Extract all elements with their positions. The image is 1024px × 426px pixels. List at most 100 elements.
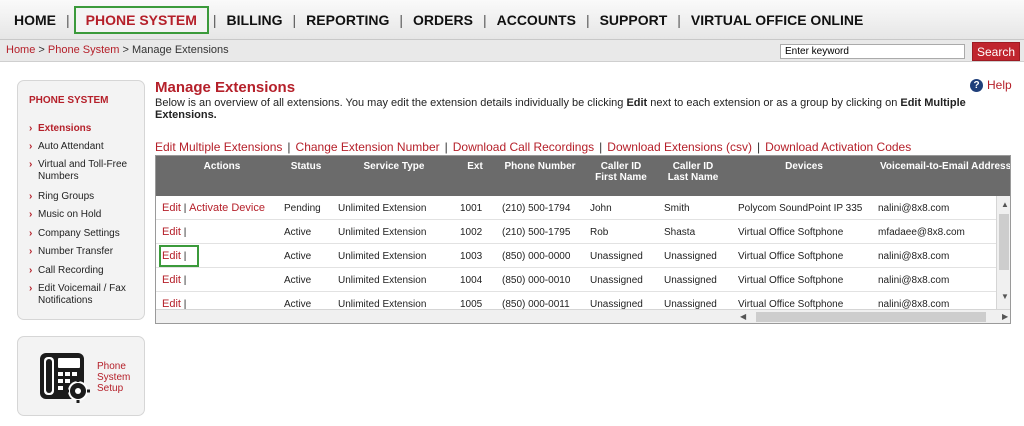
chevron-right-icon: › — [29, 265, 33, 276]
horizontal-scroll-thumb[interactable] — [756, 312, 986, 322]
description-edit: Edit — [626, 97, 648, 109]
edit-link[interactable]: Edit — [162, 202, 181, 214]
header-devices: Devices — [785, 161, 823, 172]
edit-multiple-extensions-link[interactable]: Edit Multiple Extensions — [155, 140, 282, 154]
download-extensions-csv-link[interactable]: Download Extensions (csv) — [607, 140, 752, 154]
description-text: Below is an overview of all extensions. … — [155, 97, 627, 109]
breadcrumb-current: Manage Extensions — [132, 44, 229, 56]
nav-billing[interactable]: BILLING — [221, 12, 289, 28]
scroll-down-arrow-icon[interactable]: ▼ — [1001, 292, 1009, 301]
nav-virtual-office-online[interactable]: VIRTUAL OFFICE ONLINE — [685, 12, 869, 28]
header-actions: Actions — [203, 161, 241, 172]
cell-phone-number: (850) 000-0000 — [502, 251, 571, 262]
scroll-up-arrow-icon[interactable]: ▲ — [1001, 200, 1009, 209]
setup-label: Phone System Setup — [97, 361, 130, 394]
cell-device: Virtual Office Softphone — [738, 299, 844, 309]
edit-link[interactable]: Edit — [162, 226, 181, 238]
cell-status: Active — [284, 227, 312, 238]
cell-ext: 1002 — [460, 227, 483, 238]
chevron-right-icon: › — [29, 123, 33, 134]
sidebar-item-call-recording[interactable]: › Call Recording — [29, 265, 144, 277]
setup-label-line: System — [97, 372, 131, 383]
cell-service-type: Unlimited Extension — [338, 299, 427, 309]
activate-device-link[interactable]: Activate Device — [189, 202, 265, 214]
breadcrumb-bar: Home > Phone System > Manage Extensions … — [0, 40, 1024, 62]
cell-ext: 1003 — [460, 251, 483, 262]
breadcrumb-phone-system[interactable]: Phone System — [48, 44, 120, 56]
sidebar-item-auto-attendant[interactable]: › Auto Attendant — [29, 141, 144, 153]
help-link[interactable]: ? Help — [970, 78, 1012, 92]
cell-email: nalini@8x8.com — [878, 203, 950, 214]
row-actions: Edit | — [162, 298, 186, 309]
cell-status: Active — [284, 299, 312, 309]
header-caller-id-first: Caller ID First Name — [588, 161, 654, 183]
nav-phone-system[interactable]: PHONE SYSTEM — [73, 5, 209, 34]
edit-link[interactable]: Edit — [162, 298, 181, 309]
sidebar-item-voicemail-fax[interactable]: › Edit Voicemail / Fax Notifications — [29, 283, 144, 307]
sidebar-item-ring-groups[interactable]: › Ring Groups — [29, 191, 144, 203]
action-separator: | — [183, 251, 187, 262]
header-line: Caller ID — [600, 161, 642, 172]
sidebar-item-extensions[interactable]: › Extensions — [29, 123, 144, 135]
download-activation-codes-link[interactable]: Download Activation Codes — [765, 140, 911, 154]
horizontal-scrollbar[interactable]: ◀ ▶ — [156, 309, 1010, 323]
cell-phone-number: (210) 500-1794 — [502, 203, 571, 214]
cell-email: nalini@8x8.com — [878, 275, 950, 286]
scroll-right-arrow-icon[interactable]: ▶ — [1002, 312, 1008, 321]
sidebar-item-company-settings[interactable]: › Company Settings — [29, 228, 144, 240]
cell-email: nalini@8x8.com — [878, 299, 950, 309]
vertical-scroll-thumb[interactable] — [999, 214, 1009, 270]
chevron-right-icon: › — [29, 283, 33, 294]
chevron-right-icon: › — [29, 209, 33, 220]
description-text: next to each extension or as a group by … — [647, 97, 901, 109]
cell-device: Virtual Office Softphone — [738, 275, 844, 286]
nav-separator: | — [212, 11, 217, 28]
nav-reporting[interactable]: REPORTING — [300, 12, 395, 28]
search-button[interactable]: Search — [972, 42, 1020, 61]
chevron-right-icon: › — [29, 228, 33, 239]
nav-home[interactable]: HOME — [8, 12, 62, 28]
cell-last-name: Smith — [664, 203, 690, 214]
cell-first-name: Unassigned — [590, 299, 643, 309]
chevron-right-icon: › — [29, 141, 33, 152]
cell-device: Polycom SoundPoint IP 335 — [738, 203, 863, 214]
edit-link[interactable]: Edit — [162, 274, 181, 286]
cell-ext: 1001 — [460, 203, 483, 214]
sidebar-item-music-on-hold[interactable]: › Music on Hold — [29, 209, 144, 221]
sidebar-item-label: Edit Voicemail / Fax Notifications — [38, 283, 126, 306]
chevron-right-icon: › — [29, 246, 33, 257]
table-body: Edit | Activate Device Pending Unlimited… — [156, 196, 996, 309]
help-label: Help — [987, 78, 1012, 92]
chevron-right-icon: › — [29, 159, 33, 170]
change-extension-number-link[interactable]: Change Extension Number — [296, 140, 440, 154]
desk-phone-gear-icon — [40, 353, 90, 403]
phone-system-setup-button[interactable]: Phone System Setup — [17, 336, 145, 416]
nav-accounts[interactable]: ACCOUNTS — [491, 12, 582, 28]
action-separator: | — [183, 299, 187, 309]
search-input[interactable] — [780, 44, 965, 59]
download-call-recordings-link[interactable]: Download Call Recordings — [453, 140, 594, 154]
sidebar-item-number-transfer[interactable]: › Number Transfer — [29, 246, 144, 258]
header-line: Last Name — [667, 172, 719, 183]
sidebar-item-label: Number Transfer — [38, 246, 114, 257]
nav-orders[interactable]: ORDERS — [407, 12, 479, 28]
scroll-left-arrow-icon[interactable]: ◀ — [740, 312, 746, 321]
cell-last-name: Unassigned — [664, 275, 717, 286]
cell-device: Virtual Office Softphone — [738, 227, 844, 238]
page-title: Manage Extensions — [155, 79, 296, 96]
action-separator: | — [287, 140, 291, 154]
action-separator: | — [183, 275, 187, 286]
sidebar-item-label: Music on Hold — [38, 209, 102, 220]
breadcrumb-home[interactable]: Home — [6, 44, 35, 56]
row-actions: Edit | — [162, 226, 186, 238]
sidebar-item-virtual-toll-free[interactable]: › Virtual and Toll-Free Numbers — [29, 159, 144, 183]
sidebar-item-label: Call Recording — [38, 265, 104, 276]
table-row: Edit | Activate Device Pending Unlimited… — [156, 196, 996, 220]
edit-link[interactable]: Edit — [162, 250, 181, 262]
cell-status: Active — [284, 275, 312, 286]
help-icon: ? — [970, 78, 983, 92]
vertical-scrollbar[interactable]: ▲ ▼ — [996, 196, 1010, 309]
cell-ext: 1005 — [460, 299, 483, 309]
cell-device: Virtual Office Softphone — [738, 251, 844, 262]
nav-support[interactable]: SUPPORT — [594, 12, 674, 28]
